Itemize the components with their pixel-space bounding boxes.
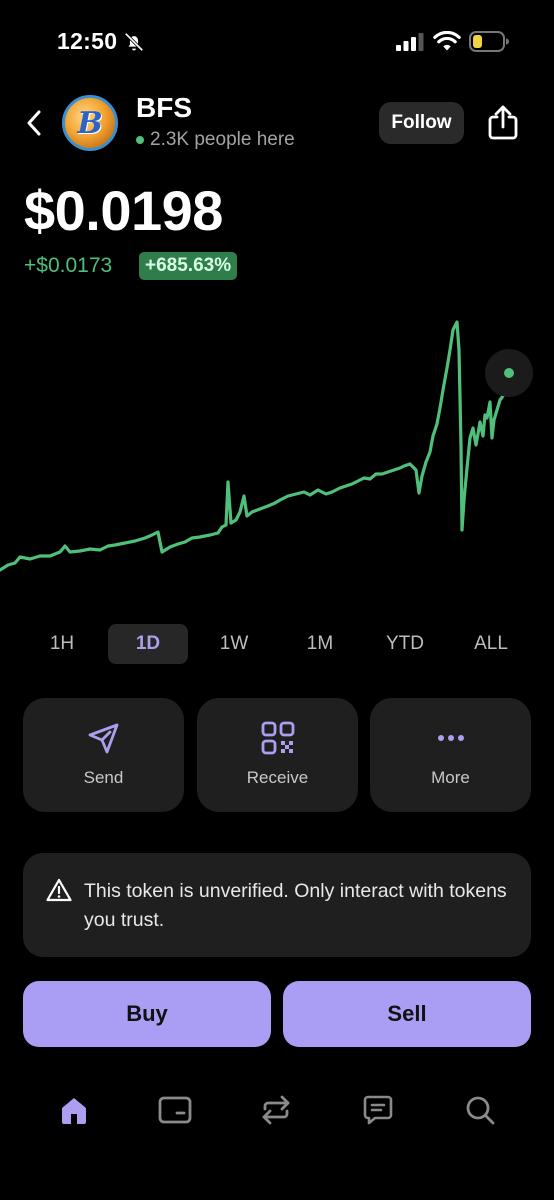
sell-button[interactable]: Sell: [283, 981, 531, 1047]
more-label: More: [431, 768, 470, 787]
tab-1w[interactable]: 1W: [194, 624, 274, 664]
unverified-token-warning: This token is unverified. Only interact …: [23, 853, 531, 957]
chat-icon: [363, 1095, 393, 1125]
swap-icon: [262, 1095, 290, 1125]
nav-messages[interactable]: [358, 1090, 398, 1130]
current-price-dot: [504, 368, 514, 378]
share-icon: [488, 105, 518, 140]
token-logo-mark: B: [77, 105, 103, 141]
receive-button[interactable]: Receive: [197, 698, 358, 812]
send-button[interactable]: Send: [23, 698, 184, 812]
more-dots-icon: [437, 735, 464, 741]
token-price: $0.0198: [24, 179, 223, 242]
tab-all[interactable]: ALL: [451, 624, 531, 664]
nav-swap[interactable]: [256, 1090, 296, 1130]
price-line: [0, 320, 511, 572]
token-header: B BFS 2.3K people here Follow: [0, 92, 554, 156]
qr-code-icon: [261, 721, 294, 755]
nav-search[interactable]: [460, 1090, 500, 1130]
more-button[interactable]: More: [370, 698, 531, 812]
receive-label: Receive: [246, 768, 309, 787]
search-icon: [466, 1096, 495, 1125]
share-button[interactable]: [486, 104, 520, 142]
price-change-percent-badge: +685.63%: [139, 252, 238, 280]
send-label: Send: [83, 768, 124, 787]
token-logo: B: [62, 95, 118, 151]
back-button[interactable]: [20, 106, 48, 140]
tab-1h[interactable]: 1H: [22, 624, 102, 664]
people-count: 2.3K people here: [150, 129, 295, 150]
wifi-icon: [433, 31, 461, 51]
token-symbol: BFS: [136, 92, 192, 123]
home-icon: [62, 1098, 86, 1124]
time-range-tabs: 1H 1D 1W 1M YTD ALL: [20, 624, 534, 664]
follow-button[interactable]: Follow: [379, 102, 464, 144]
online-indicator: [136, 136, 144, 144]
tab-ytd[interactable]: YTD: [365, 624, 445, 664]
warning-text: This token is unverified. Only interact …: [84, 880, 507, 931]
price-change-amount: +$0.0173: [24, 254, 113, 277]
status-time: 12:50: [57, 28, 118, 54]
status-bar: 12:50: [0, 0, 554, 80]
bell-slash-icon: [124, 32, 144, 52]
chevron-left-icon: [27, 110, 41, 136]
send-icon: [88, 723, 118, 754]
battery-low-icon: [469, 31, 509, 52]
tab-1m[interactable]: 1M: [280, 624, 360, 664]
nav-home[interactable]: [54, 1090, 94, 1130]
nav-wallet[interactable]: [155, 1090, 195, 1130]
price-chart[interactable]: [0, 300, 554, 600]
buy-button[interactable]: Buy: [23, 981, 271, 1047]
warning-triangle-icon: [46, 878, 72, 902]
signal-icon: [396, 33, 424, 51]
tab-1d[interactable]: 1D: [108, 624, 188, 664]
wallet-icon: [158, 1096, 192, 1124]
